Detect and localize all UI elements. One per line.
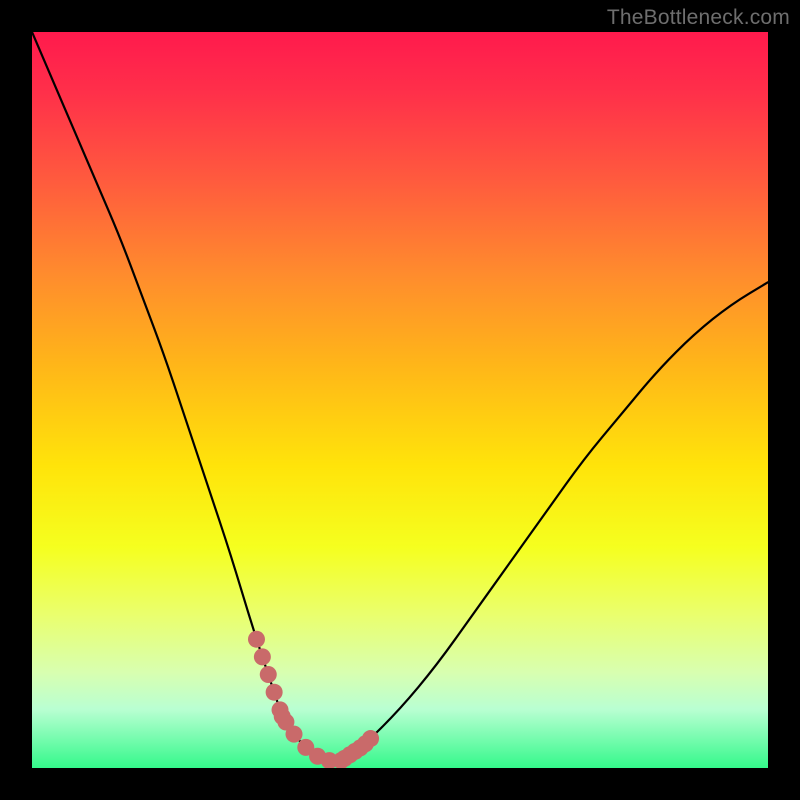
marker-dot [248,631,265,648]
bottleneck-curve-path [32,32,768,761]
marker-dot [362,730,379,747]
marker-dots [248,631,379,768]
bottleneck-curve [32,32,768,761]
marker-dot [274,708,291,725]
marker-dot [260,666,277,683]
curve-layer [32,32,768,768]
plot-area [32,32,768,768]
watermark-text: TheBottleneck.com [607,6,790,30]
marker-dot [266,684,283,701]
marker-dot [254,648,271,665]
chart-frame: TheBottleneck.com [0,0,800,800]
marker-dot [286,726,303,743]
